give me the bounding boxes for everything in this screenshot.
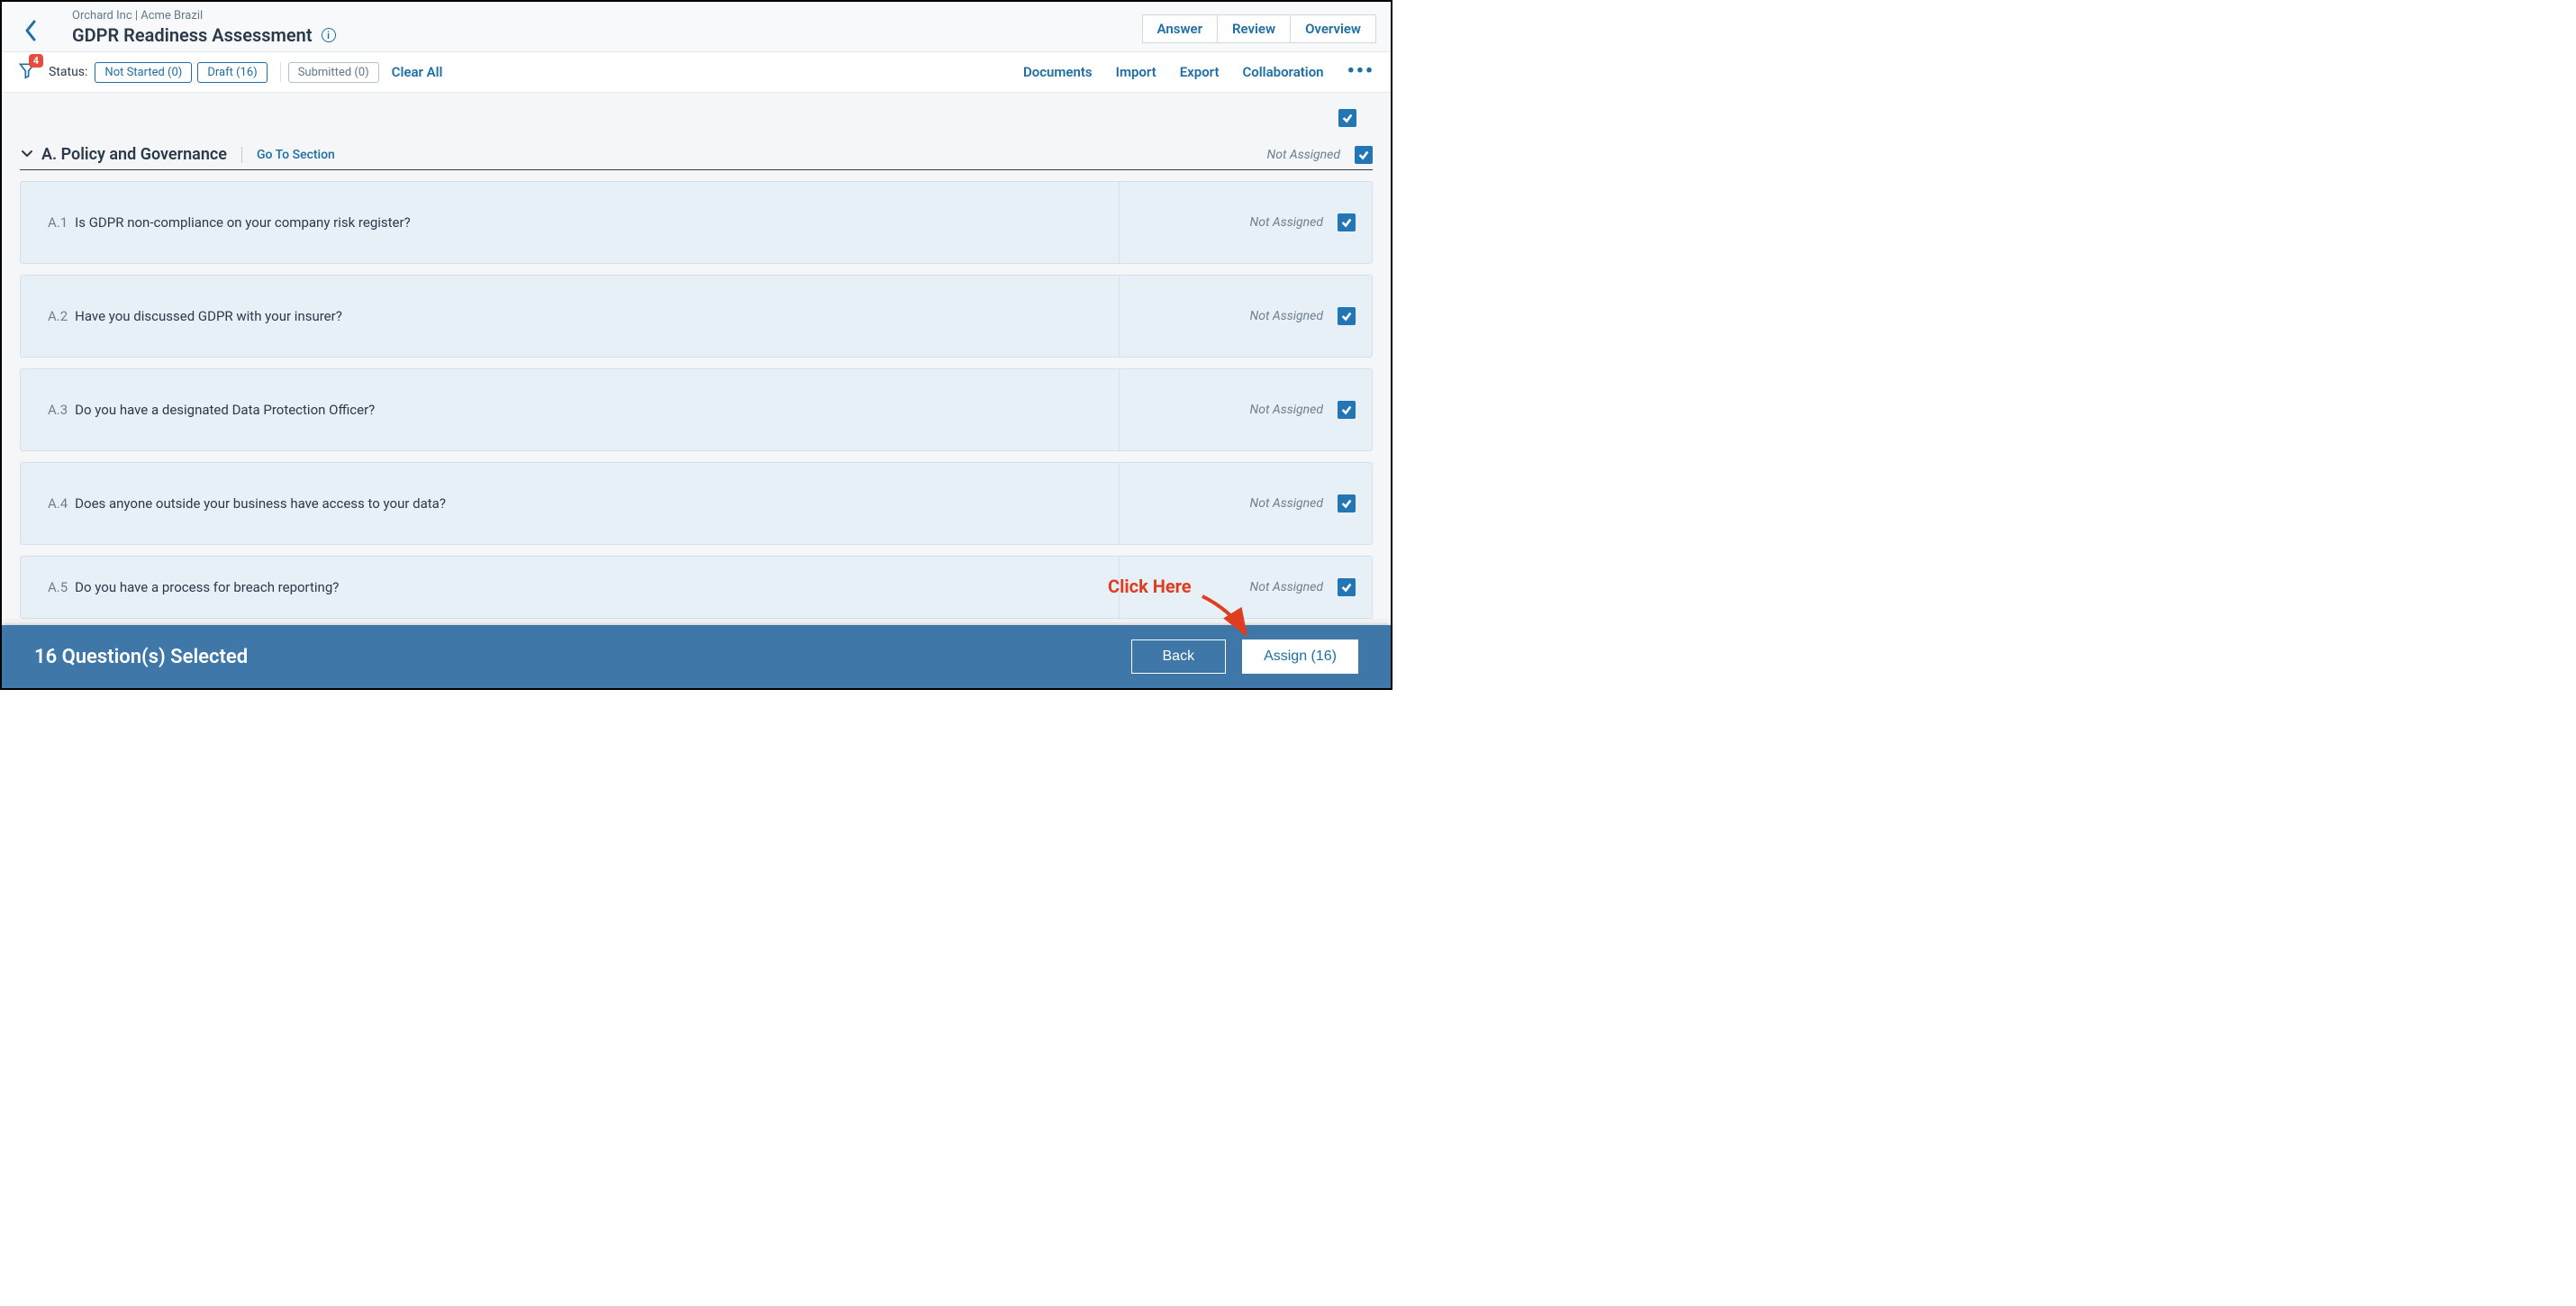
question-status: Not Assigned <box>1250 496 1323 511</box>
question-text: Have you discussed GDPR with your insure… <box>75 308 342 324</box>
question-checkbox[interactable] <box>1338 494 1356 512</box>
question-text: Do you have a designated Data Protection… <box>75 402 375 418</box>
back-icon[interactable] <box>16 13 47 52</box>
section-divider <box>241 147 242 163</box>
question-checkbox[interactable] <box>1338 213 1356 231</box>
action-documents[interactable]: Documents <box>1023 64 1093 80</box>
section-header: A. Policy and Governance Go To Section N… <box>20 138 1373 170</box>
chip-submitted[interactable]: Submitted (0) <box>288 62 379 83</box>
question-status: Not Assigned <box>1250 580 1323 594</box>
question-number: A.4 <box>48 495 68 512</box>
question-checkbox[interactable] <box>1338 578 1356 596</box>
chip-draft[interactable]: Draft (16) <box>197 62 267 83</box>
question-row[interactable]: A.4 Does anyone outside your business ha… <box>20 462 1373 545</box>
filter-icon[interactable]: 4 <box>18 61 36 83</box>
clear-all[interactable]: Clear All <box>392 64 443 80</box>
page-title: GDPR Readiness Assessment <box>72 24 313 46</box>
filter-badge: 4 <box>29 54 43 68</box>
question-checkbox[interactable] <box>1338 401 1356 419</box>
action-collaboration[interactable]: Collaboration <box>1242 64 1323 80</box>
content: A. Policy and Governance Go To Section N… <box>2 93 1391 621</box>
question-number: A.1 <box>48 214 68 231</box>
section-title: A. Policy and Governance <box>41 145 227 164</box>
header-tabs: Answer Review Overview <box>1142 14 1376 43</box>
question-row[interactable]: A.2 Have you discussed GDPR with your in… <box>20 275 1373 358</box>
chip-not-started[interactable]: Not Started (0) <box>95 62 192 83</box>
section-status: Not Assigned <box>1267 148 1340 162</box>
footer-bar: 16 Question(s) Selected Back Assign (16) <box>2 625 1391 688</box>
question-text: Does anyone outside your business have a… <box>75 495 446 512</box>
question-row[interactable]: A.1 Is GDPR non-compliance on your compa… <box>20 181 1373 264</box>
question-status: Not Assigned <box>1250 403 1323 417</box>
assign-button[interactable]: Assign (16) <box>1242 639 1358 674</box>
header: Orchard Inc | Acme Brazil GDPR Readiness… <box>2 2 1391 52</box>
tab-review[interactable]: Review <box>1218 14 1291 43</box>
question-row[interactable]: A.3 Do you have a designated Data Protec… <box>20 368 1373 451</box>
question-text: Do you have a process for breach reporti… <box>75 579 339 595</box>
info-icon[interactable]: i <box>322 28 336 42</box>
question-number: A.3 <box>48 402 68 418</box>
header-center: Orchard Inc | Acme Brazil GDPR Readiness… <box>72 9 1142 46</box>
filter-bar: 4 Status: Not Started (0) Draft (16) Sub… <box>2 52 1391 93</box>
question-row[interactable]: A.5 Do you have a process for breach rep… <box>20 556 1373 619</box>
tab-overview[interactable]: Overview <box>1291 14 1376 43</box>
select-all-checkbox[interactable] <box>1338 109 1356 127</box>
status-label: Status: <box>49 65 87 79</box>
section-checkbox[interactable] <box>1355 146 1373 164</box>
question-checkbox[interactable] <box>1338 307 1356 325</box>
selection-count: 16 Question(s) Selected <box>34 646 248 668</box>
question-number: A.5 <box>48 579 68 595</box>
back-button[interactable]: Back <box>1131 639 1227 674</box>
question-status: Not Assigned <box>1250 215 1323 230</box>
question-text: Is GDPR non-compliance on your company r… <box>75 214 411 231</box>
question-status: Not Assigned <box>1250 309 1323 323</box>
tab-answer[interactable]: Answer <box>1142 14 1218 43</box>
action-import[interactable]: Import <box>1116 64 1156 80</box>
goto-section-link[interactable]: Go To Section <box>257 148 335 162</box>
chip-divider <box>280 62 281 82</box>
breadcrumb: Orchard Inc | Acme Brazil <box>72 9 1142 23</box>
question-number: A.2 <box>48 308 68 324</box>
action-export[interactable]: Export <box>1180 64 1220 80</box>
chevron-down-icon[interactable] <box>20 146 34 164</box>
